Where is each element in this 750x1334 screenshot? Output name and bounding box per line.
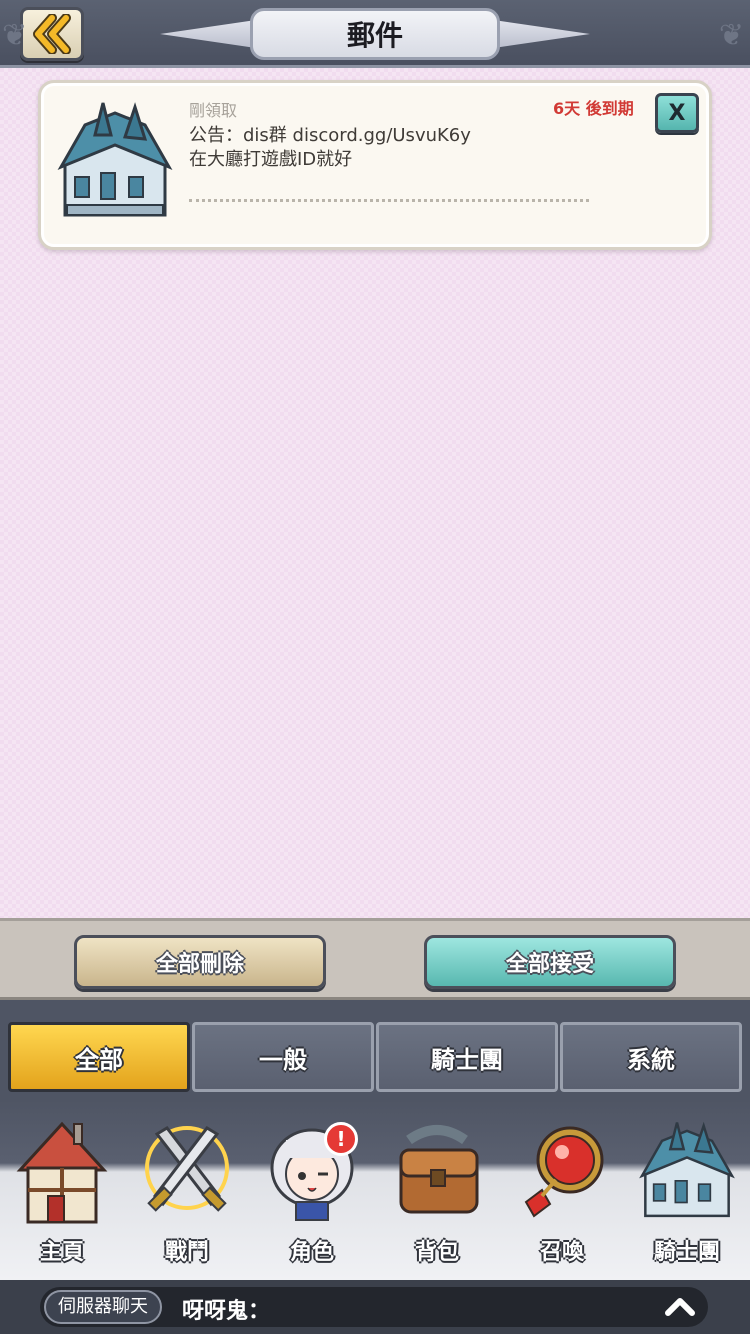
- nav-item-bag[interactable]: 背包: [375, 1100, 499, 1275]
- crossed-swords-icon: [145, 1126, 229, 1212]
- summon-orb-icon: [524, 1126, 604, 1218]
- bottom-nav: 主頁 戰鬥 角色 ! 背包 召喚 騎士團: [0, 1100, 750, 1280]
- mail-list: 剛領取 公告：dis群 discord.gg/UsvuK6y 在大廳打遊戲ID就…: [0, 68, 750, 918]
- guild-hall-icon: [57, 102, 173, 217]
- title-banner: 郵件: [160, 4, 590, 62]
- nav-label: 主頁: [39, 1240, 84, 1265]
- mail-divider: [189, 199, 589, 203]
- tab-general[interactable]: 一般: [192, 1022, 374, 1092]
- chevron-up-icon: [665, 1298, 695, 1316]
- double-chevron-left-icon: [33, 14, 71, 54]
- chat-expand-button[interactable]: [660, 1291, 700, 1323]
- mail-message-line: 在大廳打遊戲ID就好: [189, 149, 353, 170]
- chat-bar: 伺服器聊天 呀呀鬼：: [0, 1280, 750, 1334]
- guild-hall-icon: [639, 1121, 735, 1218]
- nav-label: 騎士團: [653, 1240, 720, 1265]
- chat-preview[interactable]: 伺服器聊天 呀呀鬼：: [40, 1287, 708, 1327]
- page-title: 郵件: [250, 8, 500, 60]
- tab-system[interactable]: 系統: [560, 1022, 742, 1092]
- action-bar: 全部刪除 全部接受: [0, 918, 750, 1000]
- nav-item-knights[interactable]: 騎士團: [625, 1100, 749, 1275]
- filter-tabs: 全部 一般 騎士團 系統: [0, 1000, 750, 1100]
- tab-knights[interactable]: 騎士團: [376, 1022, 558, 1092]
- accept-all-button[interactable]: 全部接受: [424, 935, 676, 989]
- nav-item-summon[interactable]: 召喚: [500, 1100, 624, 1275]
- mail-status: 剛領取: [189, 101, 238, 120]
- header-bar: ❦ 郵件 ❦: [0, 0, 750, 68]
- alert-badge: !: [324, 1122, 358, 1156]
- mail-expiry: 6天 後到期: [553, 99, 634, 118]
- mail-close-button[interactable]: X: [655, 93, 699, 133]
- nav-label: 背包: [414, 1240, 459, 1265]
- mail-item[interactable]: 剛領取 公告：dis群 discord.gg/UsvuK6y 在大廳打遊戲ID就…: [38, 80, 712, 250]
- nav-label: 戰鬥: [164, 1240, 209, 1265]
- back-button[interactable]: [20, 7, 84, 61]
- delete-all-button[interactable]: 全部刪除: [74, 935, 326, 989]
- mail-message-line: 公告：dis群 discord.gg/UsvuK6y: [189, 125, 471, 146]
- flourish-right-icon: ❦: [718, 18, 744, 53]
- nav-item-home[interactable]: 主頁: [0, 1100, 124, 1275]
- nav-label: 召喚: [539, 1240, 584, 1265]
- chat-message: 呀呀鬼：: [182, 1299, 271, 1324]
- chat-channel-button[interactable]: 伺服器聊天: [44, 1290, 162, 1324]
- bag-icon: [399, 1125, 479, 1214]
- nav-label: 角色: [289, 1240, 334, 1265]
- nav-item-battle[interactable]: 戰鬥: [125, 1100, 249, 1275]
- house-icon: [16, 1121, 108, 1224]
- nav-item-character[interactable]: 角色: [250, 1100, 374, 1275]
- tab-all[interactable]: 全部: [8, 1022, 190, 1092]
- flourish-left-icon: ❦: [2, 18, 28, 53]
